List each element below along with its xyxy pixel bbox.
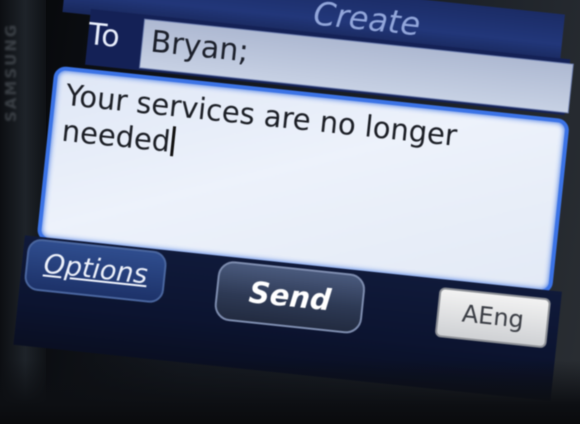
bottom-shadow bbox=[0, 360, 580, 424]
options-button[interactable]: Options bbox=[23, 237, 168, 305]
recipient-label: To bbox=[86, 16, 122, 56]
send-button[interactable]: Send bbox=[213, 259, 367, 335]
input-mode-button[interactable]: AEng bbox=[434, 286, 552, 349]
recipient-value: Bryan; bbox=[148, 24, 251, 70]
phone-photo: SAMSUNG Create To Bryan; Your services a… bbox=[0, 0, 580, 424]
